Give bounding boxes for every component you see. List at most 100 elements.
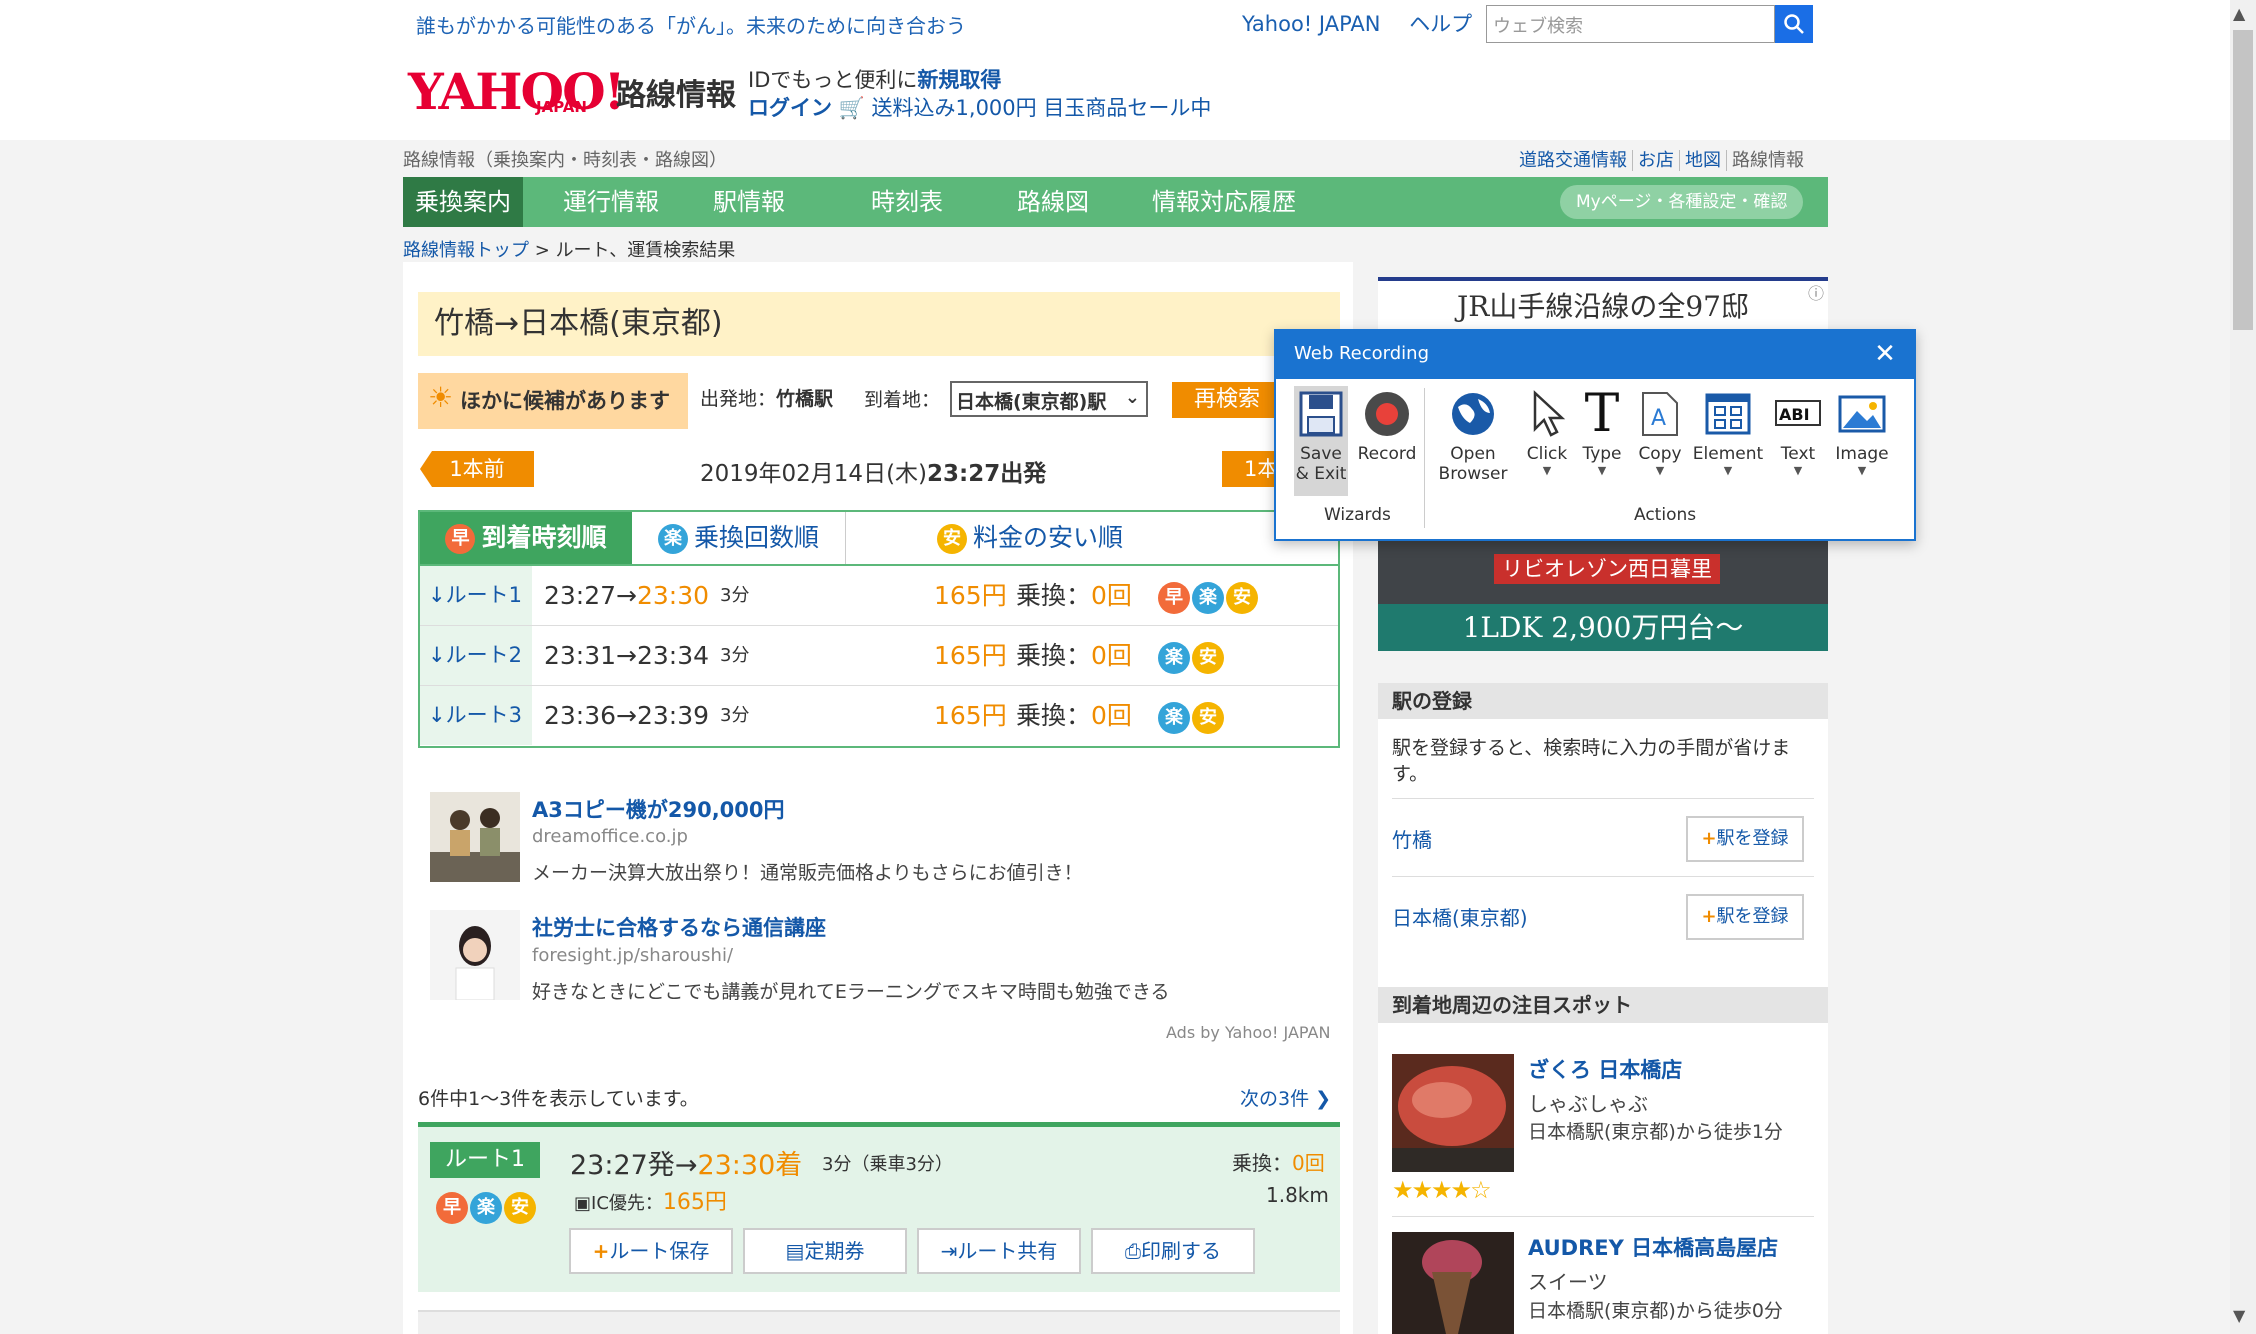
chevron-down-icon[interactable]: ▼ bbox=[1772, 464, 1824, 477]
chevron-down-icon[interactable]: ▼ bbox=[1522, 464, 1572, 477]
sort-by-transfers-tab[interactable]: 楽乗換回数順 bbox=[632, 512, 846, 564]
scroll-down-icon[interactable]: ▼ bbox=[2233, 1306, 2245, 1325]
chevron-down-icon[interactable]: ▼ bbox=[1578, 464, 1626, 477]
tab-history[interactable]: 情報対応履歴 bbox=[1139, 177, 1309, 227]
station-link[interactable]: 日本橋(東京都) bbox=[1392, 902, 1528, 931]
tab-station[interactable]: 駅情報 bbox=[699, 177, 799, 227]
research-button[interactable]: 再検索 bbox=[1172, 382, 1282, 418]
raku-icon: 楽 bbox=[1158, 642, 1190, 674]
ad-url[interactable]: foresight.jp/sharoushi/ bbox=[532, 945, 733, 966]
route-row[interactable]: ↓ルート2 23:31→23:34 3分 165円 乗換：0回 楽安 bbox=[420, 626, 1338, 686]
raku-icon: 楽 bbox=[470, 1192, 502, 1224]
departure-datetime: 2019年02月14日(木)23:27出発 bbox=[700, 454, 1046, 488]
station-link[interactable]: 竹橋 bbox=[1392, 824, 1432, 853]
ad-description[interactable]: 好きなときにどこでも講義が見れてEラーニングでスキマ時間も勉強できる bbox=[532, 977, 1170, 1004]
click-button[interactable]: Click ▼ bbox=[1522, 386, 1572, 496]
image-icon bbox=[1838, 395, 1886, 433]
signup-link[interactable]: 新規取得 bbox=[917, 68, 1001, 92]
commuter-pass-button[interactable]: ▤定期券 bbox=[743, 1228, 907, 1274]
chevron-down-icon[interactable]: ▼ bbox=[1634, 464, 1686, 477]
register-station-button[interactable]: +駅を登録 bbox=[1686, 816, 1804, 862]
route-row[interactable]: ↓ルート1 23:27→23:30 3分 165円 乗換：0回 早楽安 bbox=[420, 566, 1338, 626]
sort-by-arrival-tab[interactable]: 早到着時刻順 bbox=[420, 512, 632, 564]
help-link[interactable]: ヘルプ bbox=[1409, 12, 1472, 36]
breadcrumb-top-link[interactable]: 路線情報トップ bbox=[403, 240, 529, 261]
route-transfers: 乗換：0回 bbox=[1016, 701, 1132, 730]
save-route-button[interactable]: +ルート保存 bbox=[569, 1228, 733, 1274]
route-link[interactable]: ↓ルート3 bbox=[420, 686, 532, 745]
route-fare: 165円 bbox=[934, 641, 1007, 670]
tab-transfer[interactable]: 乗換案内 bbox=[403, 177, 523, 227]
route-info-link[interactable]: 路線情報 bbox=[1726, 150, 1809, 171]
departure-value: 竹橋駅 bbox=[776, 388, 834, 410]
save-exit-button[interactable]: Save & Exit bbox=[1294, 386, 1348, 496]
ad-image[interactable] bbox=[430, 910, 520, 1001]
route-duration: 3分 bbox=[720, 585, 750, 606]
search-icon bbox=[1784, 14, 1804, 34]
tab-timetable[interactable]: 時刻表 bbox=[857, 177, 957, 227]
text-button[interactable]: ABI Text ▼ bbox=[1772, 386, 1824, 496]
route-detail-label: ルート1 bbox=[430, 1142, 540, 1178]
web-search-input[interactable]: ウェブ検索 bbox=[1486, 5, 1775, 43]
banner-headline[interactable]: JR山手線沿線の全97邸 bbox=[1378, 277, 1828, 333]
ad-info-icon[interactable]: ⓘ bbox=[1808, 280, 1824, 304]
candidates-notice[interactable]: ほかに候補があります bbox=[418, 373, 688, 429]
web-recording-title[interactable]: Web Recording bbox=[1274, 329, 1916, 379]
yahoo-logo[interactable]: YAHOO! bbox=[408, 62, 626, 121]
ad-title[interactable]: 社労士に合格するなら通信講座 bbox=[532, 912, 826, 942]
spot-image[interactable] bbox=[1392, 1232, 1514, 1334]
record-button[interactable]: Record bbox=[1356, 386, 1418, 496]
tab-operation[interactable]: 運行情報 bbox=[551, 177, 671, 227]
spot-title[interactable]: AUDREY 日本橋高島屋店 bbox=[1528, 1232, 1778, 1262]
notice-link[interactable]: 誰もがかかる可能性のある「がん」。未来のために向き合おう bbox=[416, 10, 966, 39]
register-station-button[interactable]: +駅を登録 bbox=[1686, 894, 1804, 940]
previous-train-button[interactable]: 1本前 bbox=[420, 451, 534, 487]
element-button[interactable]: Element ▼ bbox=[1692, 386, 1764, 496]
open-browser-button[interactable]: Open Browser bbox=[1432, 386, 1514, 496]
mypage-button[interactable]: Myページ・各種設定・確認 bbox=[1560, 185, 1804, 219]
chevron-down-icon[interactable]: ▼ bbox=[1692, 464, 1764, 477]
route-link[interactable]: ↓ルート1 bbox=[420, 566, 532, 625]
breadcrumb-separator: > bbox=[534, 240, 550, 261]
arrival-select[interactable]: 日本橋(東京都)駅 ⌄ bbox=[950, 381, 1148, 417]
banner-property-name[interactable]: リビオレゾン西日暮里 bbox=[1494, 554, 1720, 584]
ad-url[interactable]: dreamoffice.co.jp bbox=[532, 826, 688, 847]
raku-icon: 楽 bbox=[1158, 702, 1190, 734]
copy-button[interactable]: A Copy ▼ bbox=[1634, 386, 1686, 496]
yahoo-japan-link[interactable]: Yahoo! JAPAN bbox=[1242, 12, 1381, 36]
search-button[interactable] bbox=[1775, 5, 1813, 43]
route-row[interactable]: ↓ルート3 23:36→23:39 3分 165円 乗換：0回 楽安 bbox=[420, 686, 1338, 746]
copy-icon: A bbox=[1642, 392, 1678, 436]
next-train-button[interactable]: 1本 bbox=[1222, 451, 1282, 487]
road-traffic-link[interactable]: 道路交通情報 bbox=[1514, 150, 1632, 171]
spot-title[interactable]: ざくろ 日本橋店 bbox=[1528, 1054, 1682, 1084]
tab-route-map[interactable]: 路線図 bbox=[1003, 177, 1103, 227]
raku-icon: 楽 bbox=[657, 524, 688, 554]
scrollbar-thumb[interactable] bbox=[2233, 30, 2253, 330]
promo-link[interactable]: 送料込み1,000円 目玉商品セール中 bbox=[872, 96, 1212, 120]
service-name[interactable]: 路線情報 bbox=[616, 70, 736, 114]
breadcrumb-current: ルート、運賃検索結果 bbox=[555, 240, 736, 261]
share-icon: ⇥ bbox=[940, 1239, 958, 1263]
spot-image[interactable] bbox=[1392, 1054, 1514, 1172]
type-button[interactable]: T Type ▼ bbox=[1578, 386, 1626, 496]
ad-image[interactable] bbox=[430, 792, 520, 882]
sort-by-fare-tab[interactable]: 安料金の安い順 bbox=[860, 512, 1200, 564]
pass-icon: ▤ bbox=[785, 1239, 805, 1263]
next-results-link[interactable]: 次の3件 ❯ bbox=[1240, 1084, 1331, 1111]
route-link[interactable]: ↓ルート2 bbox=[420, 626, 532, 685]
shop-link[interactable]: お店 bbox=[1632, 150, 1679, 171]
print-button[interactable]: ⎙印刷する bbox=[1091, 1228, 1255, 1274]
banner-price[interactable]: 1LDK 2,900万円台～ bbox=[1378, 604, 1828, 651]
chevron-down-icon[interactable]: ▼ bbox=[1834, 464, 1890, 477]
ads-by-label[interactable]: Ads by Yahoo! JAPAN bbox=[1166, 1023, 1330, 1042]
login-link[interactable]: ログイン bbox=[748, 96, 832, 120]
spot-walk-time: 日本橋駅(東京都)から徒歩1分 bbox=[1528, 1121, 1783, 1143]
close-icon[interactable]: ✕ bbox=[1868, 337, 1902, 371]
map-link[interactable]: 地図 bbox=[1679, 150, 1726, 171]
ad-description[interactable]: メーカー決算大放出祭り！通常販売価格よりもさらにお値引き！ bbox=[532, 858, 1083, 885]
image-button[interactable]: Image ▼ bbox=[1834, 386, 1890, 496]
ad-title[interactable]: A3コピー機が290,000円 bbox=[532, 794, 785, 824]
scroll-up-icon[interactable]: ▲ bbox=[2233, 4, 2245, 23]
share-route-button[interactable]: ⇥ルート共有 bbox=[917, 1228, 1081, 1274]
